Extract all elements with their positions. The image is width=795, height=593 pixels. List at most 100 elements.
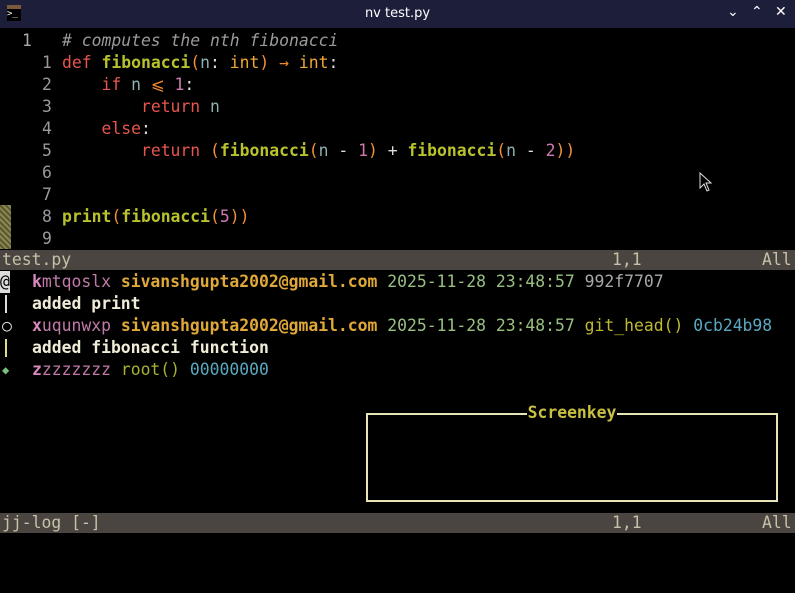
maximize-icon[interactable]: ⌃ xyxy=(751,4,763,20)
code-line[interactable]: 6 xyxy=(0,162,795,184)
code-token: ( xyxy=(210,141,220,160)
code-line[interactable]: 5 return (fibonacci(n - 1) + fibonacci(n… xyxy=(0,140,795,162)
code-token: )) xyxy=(555,141,576,160)
change-id: zzzzzzz xyxy=(41,360,111,379)
commit-id: 0cb24b98 xyxy=(693,316,773,335)
code-token: : xyxy=(140,119,151,138)
code-text: def fibonacci(n: int) → int: xyxy=(62,52,338,74)
code-line[interactable]: 1 # computes the nth fibonacci xyxy=(0,30,795,52)
code-token: int xyxy=(229,53,260,72)
code-token: n xyxy=(200,53,211,72)
code-token: n xyxy=(131,75,141,94)
change-id-prefix: x xyxy=(32,316,42,335)
bookmark: root() xyxy=(120,360,181,379)
code-token: 5 xyxy=(219,207,230,226)
code-token: def xyxy=(62,53,102,72)
code-line[interactable]: 9 xyxy=(0,228,795,250)
code-token: n xyxy=(318,141,329,160)
log-entry[interactable]: ◆ zzzzzzzz root() 00000000 xyxy=(0,359,795,381)
code-token: return xyxy=(140,97,211,116)
code-token: return xyxy=(140,141,211,160)
author-email: sivanshgupta2002@gmail.com xyxy=(120,272,378,291)
code-token: ( xyxy=(308,141,319,160)
code-token: : xyxy=(210,53,230,72)
screenkey-title: Screenkey xyxy=(526,403,618,422)
commit-description: added print xyxy=(32,294,141,313)
code-token: if xyxy=(101,75,132,94)
close-icon[interactable]: ✕ xyxy=(775,4,787,20)
commit-marker: ○ xyxy=(2,316,12,335)
line-number: 1 xyxy=(22,31,32,50)
log-entry[interactable]: ○ xuqunwxp sivanshgupta2002@gmail.com 202… xyxy=(0,315,795,337)
code-token: # computes the nth fibonacci xyxy=(62,31,339,50)
code-token: int xyxy=(298,53,329,72)
code-line[interactable]: 7 xyxy=(0,184,795,206)
code-token: 2 xyxy=(545,141,556,160)
code-token: : xyxy=(184,75,195,94)
commit-id: 992f7707 xyxy=(584,272,664,291)
commit-id: 00000000 xyxy=(189,360,269,379)
code-token: ( xyxy=(111,207,122,226)
line-number: 6 xyxy=(42,163,52,182)
code-token: + xyxy=(377,141,408,160)
code-line[interactable]: 4 else: xyxy=(0,118,795,140)
log-description-row[interactable]: added fibonacci function xyxy=(0,337,795,359)
code-token: fibonacci xyxy=(407,141,497,160)
code-text: # computes the nth fibonacci xyxy=(62,30,338,52)
code-line[interactable]: 1 def fibonacci(n: int) → int: xyxy=(0,52,795,74)
code-text: print(fibonacci(5)) xyxy=(62,206,250,228)
code-text: return n xyxy=(62,96,220,118)
status-buffer: jj-log [-] xyxy=(2,513,101,532)
code-token: ( xyxy=(210,207,220,226)
code-token: : xyxy=(328,53,339,72)
line-number: 4 xyxy=(42,119,52,138)
code-token: )) xyxy=(229,207,250,226)
author-email: sivanshgupta2002@gmail.com xyxy=(120,316,378,335)
commit-date: 2025-11-28 23:48:57 xyxy=(387,272,575,291)
code-token: n xyxy=(506,141,516,160)
code-token: - xyxy=(328,141,359,160)
editor-status-bar: test.py 1,1 All xyxy=(0,250,795,270)
code-token: 1 xyxy=(358,141,368,160)
line-number: 8 xyxy=(42,207,52,226)
line-number: 9 xyxy=(42,229,52,248)
line-number: 3 xyxy=(42,97,52,116)
code-token: else xyxy=(101,119,141,138)
code-token: ( xyxy=(190,53,201,72)
code-line[interactable]: 8 print(fibonacci(5)) xyxy=(0,206,795,228)
code-line[interactable]: 3 return n xyxy=(0,96,795,118)
code-line[interactable]: 2 if n ⩽ 1: xyxy=(0,74,795,96)
code-token: 1 xyxy=(174,75,185,94)
root-marker: ◆ xyxy=(2,363,10,377)
line-number: 7 xyxy=(42,185,52,204)
status-scroll: All xyxy=(762,250,792,269)
code-token: ( xyxy=(496,141,507,160)
code-token: n xyxy=(210,97,220,116)
code-token: ) xyxy=(367,141,378,160)
graph-edge xyxy=(5,339,7,357)
bookmark: git_head() xyxy=(584,316,684,335)
working-copy-marker: @ xyxy=(0,271,10,293)
code-text: if n ⩽ 1: xyxy=(62,74,194,96)
code-text: else: xyxy=(62,118,151,140)
minimize-icon[interactable]: ⌄ xyxy=(727,4,739,20)
code-token: fibonacci xyxy=(101,53,191,72)
scrollbar[interactable] xyxy=(0,205,11,249)
log-status-bar: jj-log [-] 1,1 All xyxy=(0,513,795,533)
code-token: ) xyxy=(259,53,270,72)
code-token: print xyxy=(62,207,112,226)
log-entry[interactable]: @ kmtqoslx sivanshgupta2002@gmail.com 202… xyxy=(0,271,795,293)
line-number: 1 xyxy=(42,53,52,72)
change-id: uqunwxp xyxy=(41,316,111,335)
status-filename: test.py xyxy=(2,250,72,269)
title-bar: >_ nv test.py ⌄ ⌃ ✕ xyxy=(0,0,795,28)
line-number: 2 xyxy=(42,75,52,94)
code-token: ⩽ xyxy=(140,75,175,94)
status-scroll: All xyxy=(762,513,792,532)
log-description-row[interactable]: added print xyxy=(0,293,795,315)
code-token: → xyxy=(269,53,299,72)
code-token: fibonacci xyxy=(121,207,211,226)
